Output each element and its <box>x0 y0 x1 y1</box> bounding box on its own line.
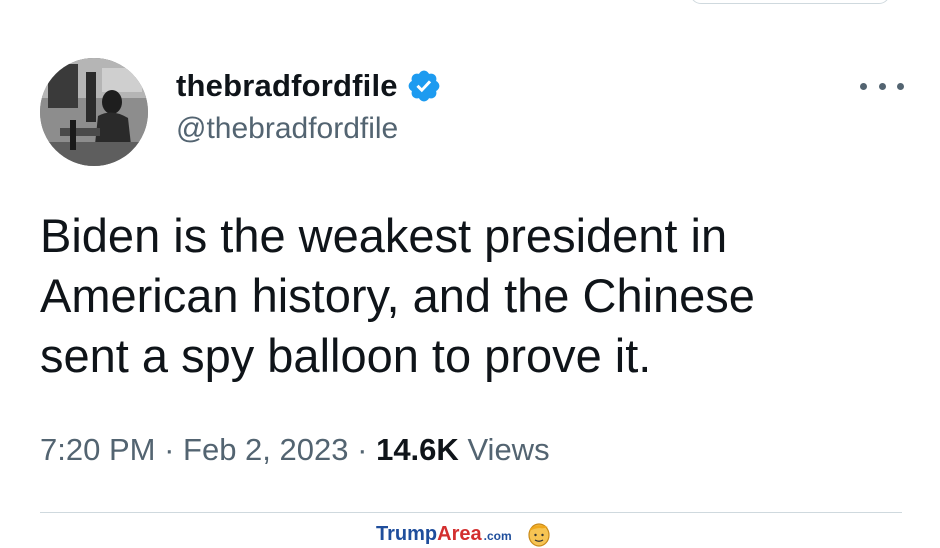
trump-face-icon <box>528 523 550 547</box>
more-dot <box>878 82 886 90</box>
tweet-text-line: Biden is the weakest president in <box>40 209 728 262</box>
divider <box>40 512 902 513</box>
watermark-brand-part1: Trump <box>376 522 438 545</box>
author-name-row[interactable]: thebradfordfile <box>176 66 442 106</box>
meta-separator: · <box>164 432 175 467</box>
top-button-partial[interactable] <box>690 0 890 4</box>
more-options-icon[interactable] <box>860 76 904 96</box>
tweet-text-line: American history, and the Chinese <box>40 269 755 322</box>
author-handle[interactable]: @thebradfordfile <box>176 112 398 146</box>
more-dot <box>897 82 904 90</box>
watermark-brand-part2: Area <box>437 522 482 545</box>
tweet-text-line: sent a spy balloon to prove it. <box>40 329 652 382</box>
views-count: 14.6K <box>376 432 459 467</box>
tweet-time[interactable]: 7:20 PM <box>40 432 155 467</box>
avatar-photo <box>40 58 148 166</box>
more-dot <box>860 82 867 90</box>
tweet-date[interactable]: Feb 2, 2023 <box>183 432 348 467</box>
meta-separator: · <box>357 432 368 467</box>
watermark-brand-suffix: .com <box>483 529 512 543</box>
views-label: Views <box>467 432 550 467</box>
avatar[interactable] <box>40 58 148 166</box>
watermark: Trump Area .com <box>376 520 552 548</box>
display-name[interactable]: thebradfordfile <box>176 68 398 104</box>
tweet-meta: 7:20 PM · Feb 2, 2023 · 14.6K Views <box>40 432 550 468</box>
tweet-text: Biden is the weakest president in Americ… <box>40 206 900 386</box>
verified-badge-icon <box>408 70 440 102</box>
